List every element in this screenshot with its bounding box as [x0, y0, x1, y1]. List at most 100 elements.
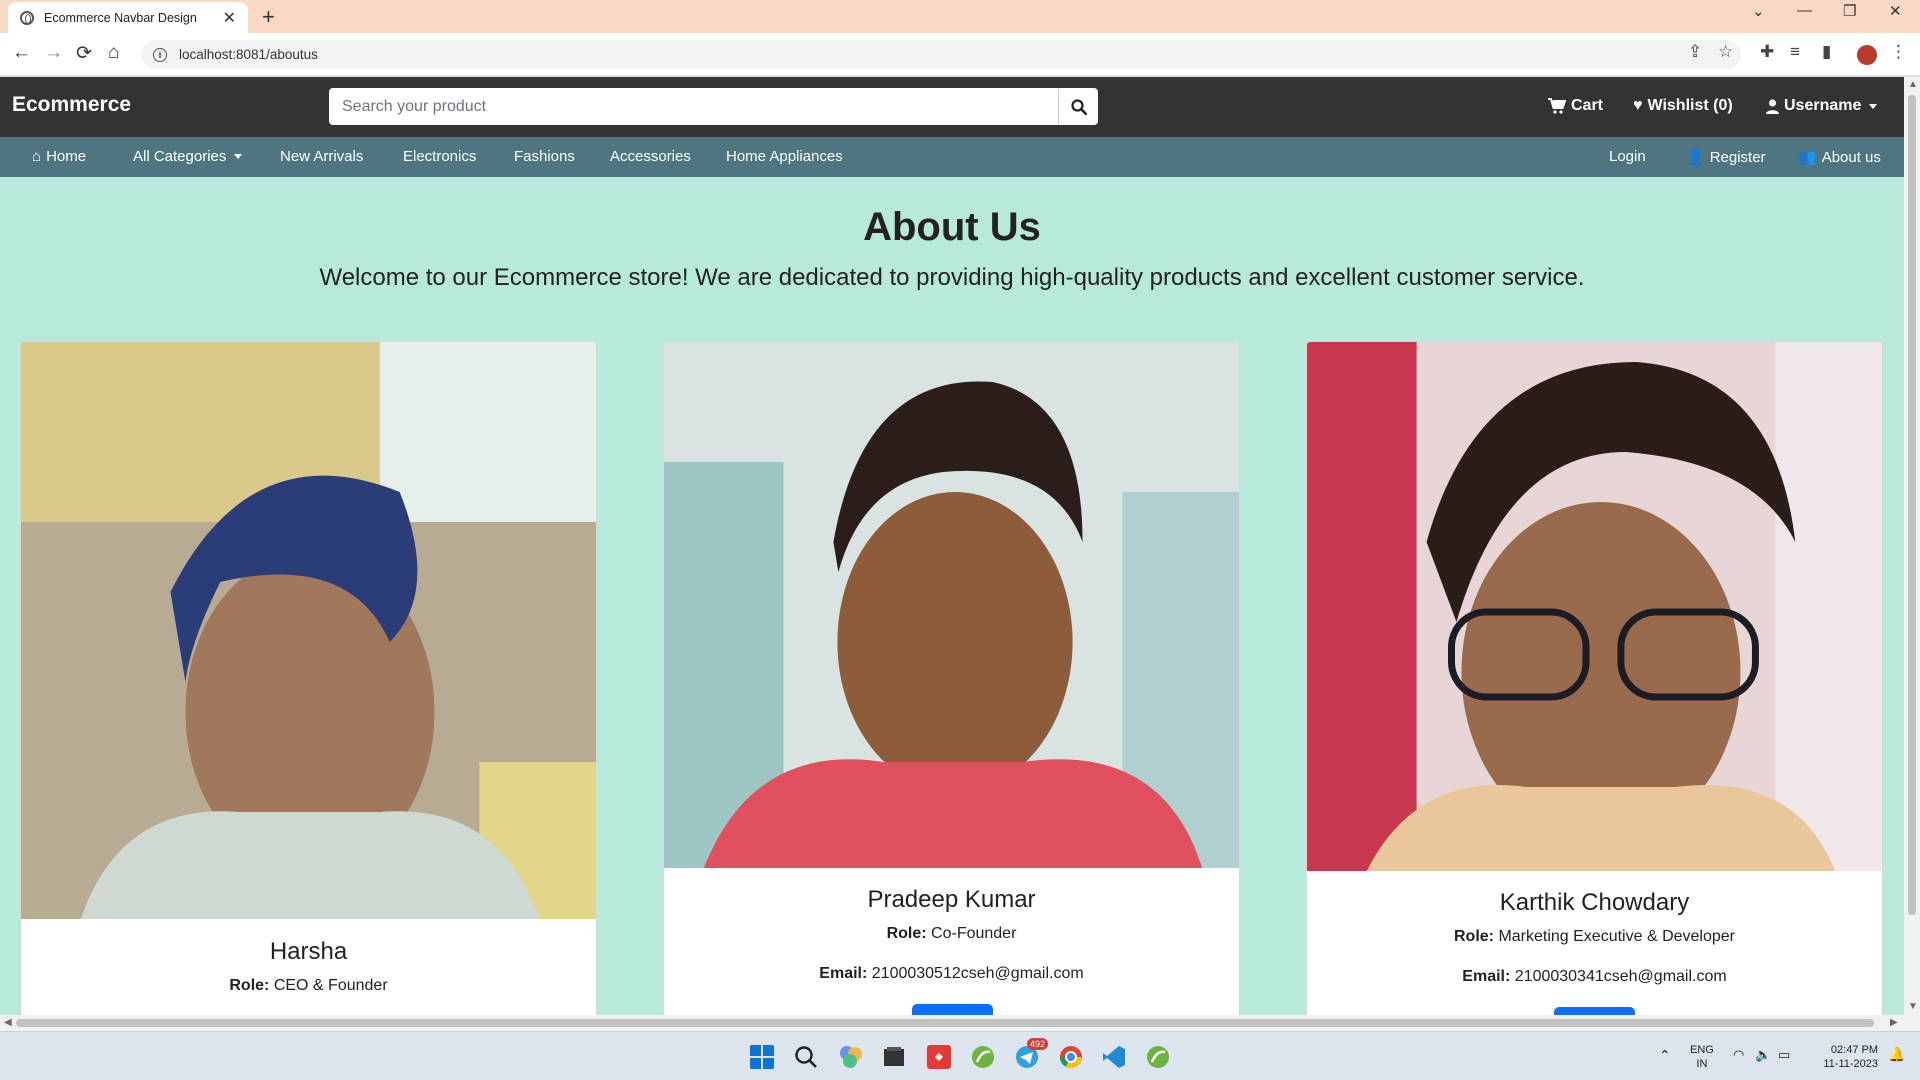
nav-about[interactable]: 👥 About us	[1798, 148, 1881, 167]
member-name: Pradeep Kumar	[867, 886, 1036, 913]
spring-tool-icon[interactable]	[1145, 1044, 1171, 1070]
forward-icon[interactable]: →	[44, 42, 63, 64]
nav-accessories[interactable]: Accessories	[610, 148, 691, 165]
brand-logo[interactable]: Ecommerce	[12, 93, 131, 117]
search-icon[interactable]	[793, 1044, 819, 1070]
media-icon[interactable]: ≡	[1790, 42, 1800, 62]
reload-icon[interactable]: ⟳	[76, 42, 92, 65]
tab-search-chevron-icon[interactable]: ⌄	[1752, 2, 1765, 20]
email-label: Email:	[819, 965, 868, 982]
restore-icon[interactable]: ❐	[1843, 2, 1856, 20]
nav-new-arrivals[interactable]: New Arrivals	[280, 148, 363, 165]
wishlist-link[interactable]: ♥ Wishlist (0)	[1633, 97, 1733, 115]
team-card: Pradeep Kumar Role: Co-Founder Email: 21…	[663, 341, 1240, 1015]
back-icon[interactable]: ←	[12, 42, 31, 64]
date-label: 11-11-2023	[1823, 1058, 1878, 1070]
email-value: 2100030341cseh@gmail.com	[1514, 968, 1727, 985]
copilot-icon[interactable]	[838, 1044, 864, 1070]
site-info-icon[interactable]: i	[153, 47, 167, 62]
minimize-icon[interactable]: —	[1797, 2, 1812, 19]
top-navbar: Ecommerce Cart ♥ Wishlist (0) Username	[0, 77, 1904, 137]
nav-login[interactable]: Login	[1609, 148, 1646, 165]
nav-register[interactable]: 👤 Register	[1686, 148, 1766, 167]
team-photo	[664, 342, 1239, 868]
member-email: Email: 2100030341cseh@gmail.com	[1307, 968, 1882, 986]
vertical-scrollbar[interactable]: ▲ ▼	[1904, 77, 1920, 1015]
member-role: Role: CEO & Founder	[21, 977, 596, 995]
home-icon: ⌂	[32, 148, 42, 165]
nav-all-categories-label: All Categories	[133, 148, 227, 165]
user-dropdown[interactable]: Username	[1766, 97, 1878, 115]
volume-icon[interactable]: 🔈	[1755, 1048, 1771, 1062]
nav-electronics[interactable]: Electronics	[403, 148, 476, 165]
search-bar	[329, 88, 1098, 125]
notification-bell-icon[interactable]: 🔔	[1888, 1047, 1905, 1061]
home-icon[interactable]: ⌂	[108, 42, 119, 64]
url-text: localhost:8081/aboutus	[179, 47, 318, 62]
spring-tool-icon[interactable]	[970, 1044, 996, 1070]
member-name: Karthik Chowdary	[1499, 889, 1690, 916]
scroll-left-icon[interactable]: ◀	[4, 1017, 12, 1028]
cart-link[interactable]: Cart	[1548, 97, 1603, 115]
profile-avatar[interactable]	[1857, 45, 1877, 65]
scroll-thumb[interactable]	[1908, 95, 1916, 915]
nav-home[interactable]: ⌂ Home	[32, 148, 86, 165]
team-card: Harsha Role: CEO & Founder	[20, 341, 597, 1015]
search-button[interactable]	[1058, 89, 1098, 124]
nav-home-appliances[interactable]: Home Appliances	[726, 148, 843, 165]
role-label: Role:	[1453, 928, 1494, 945]
page-viewport: Ecommerce Cart ♥ Wishlist (0) Username ⌂…	[0, 77, 1904, 1015]
wifi-icon[interactable]: ◠	[1733, 1048, 1744, 1062]
chrome-menu-icon[interactable]: ⋮	[1890, 42, 1907, 62]
cart-label: Cart	[1571, 97, 1604, 114]
address-bar[interactable]: i localhost:8081/aboutus	[141, 40, 1741, 69]
tab-title: Ecommerce Navbar Design	[44, 10, 197, 25]
page-title: About Us	[863, 205, 1041, 249]
contact-button[interactable]	[912, 1004, 993, 1015]
scroll-right-icon[interactable]: ▶	[1890, 1017, 1898, 1028]
window-close-icon[interactable]: ✕	[1889, 2, 1902, 20]
chevron-up-icon[interactable]: ⌃	[1659, 1048, 1671, 1062]
member-email: Email: 2100030512cseh@gmail.com	[664, 965, 1239, 983]
region-label: IN	[1696, 1058, 1708, 1070]
nav-fashions[interactable]: Fashions	[514, 148, 575, 165]
battery-icon[interactable]: ▭	[1778, 1048, 1790, 1062]
clock[interactable]: 02:47 PM 11-11-2023	[1810, 1043, 1878, 1071]
email-value: 2100030512cseh@gmail.com	[871, 965, 1084, 982]
telegram-badge: 492	[1027, 1038, 1049, 1050]
globe-icon	[20, 10, 34, 25]
page-subtitle: Welcome to our Ecommerce store! We are d…	[319, 264, 1585, 291]
category-navbar: ⌂ Home All Categories New Arrivals Elect…	[0, 137, 1904, 177]
browser-tab[interactable]: Ecommerce Navbar Design ✕	[8, 2, 248, 33]
new-tab-button[interactable]: +	[262, 4, 275, 30]
tab-close-icon[interactable]: ✕	[223, 8, 236, 28]
horizontal-scrollbar[interactable]: ◀ ▶	[0, 1015, 1920, 1031]
role-value: Co-Founder	[931, 925, 1017, 942]
nav-all-categories[interactable]: All Categories	[133, 148, 243, 165]
search-input[interactable]	[329, 89, 1058, 124]
share-icon[interactable]: ⇪	[1688, 42, 1702, 62]
windows-start-icon[interactable]	[749, 1044, 775, 1070]
users-icon: 👥	[1798, 149, 1817, 166]
bookmark-star-icon[interactable]: ☆	[1718, 42, 1733, 62]
user-plus-icon: 👤	[1686, 149, 1705, 166]
chevron-down-icon	[1869, 103, 1878, 109]
scroll-thumb[interactable]	[16, 1019, 1874, 1027]
language-label: ENG	[1690, 1044, 1714, 1056]
chrome-icon[interactable]	[1058, 1044, 1084, 1070]
cart-icon	[1548, 98, 1566, 114]
heart-icon: ♥	[1633, 97, 1643, 114]
contact-button[interactable]	[1554, 1007, 1635, 1015]
side-panel-icon[interactable]: ▮	[1822, 42, 1831, 62]
anydesk-icon[interactable]	[926, 1044, 952, 1070]
taskbar: 492 ⌃ ENG IN ◠ 🔈 ▭ 02:47 PM 11-11-2023 🔔	[0, 1031, 1920, 1080]
role-label: Role:	[229, 977, 270, 994]
time-label: 02:47 PM	[1830, 1044, 1878, 1056]
vscode-icon[interactable]	[1101, 1044, 1127, 1070]
file-explorer-icon[interactable]	[881, 1044, 907, 1070]
language-indicator[interactable]: ENG IN	[1690, 1043, 1714, 1071]
member-role: Role: Co-Founder	[664, 925, 1239, 943]
scroll-up-icon[interactable]: ▲	[1908, 79, 1918, 90]
extensions-icon[interactable]: ✚	[1760, 42, 1774, 62]
scroll-down-icon[interactable]: ▼	[1908, 1001, 1918, 1012]
